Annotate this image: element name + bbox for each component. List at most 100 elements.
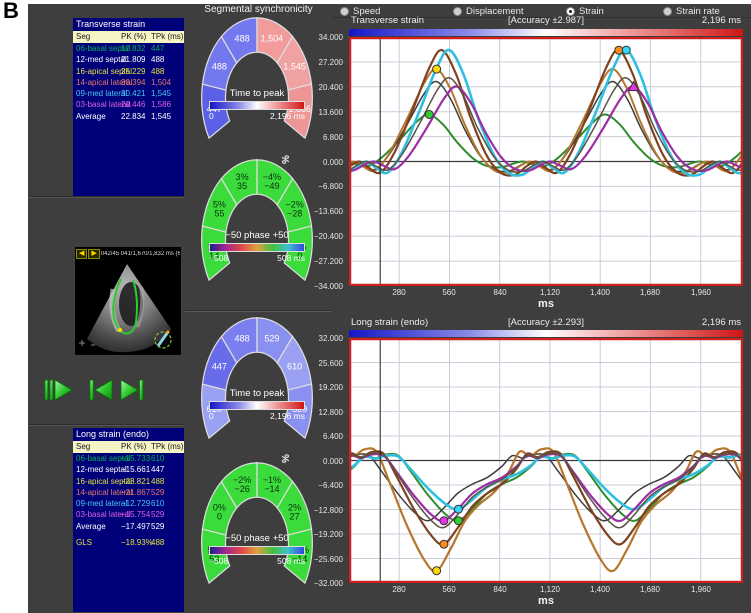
- peak-marker: [454, 505, 462, 513]
- table-row[interactable]: 09-med lateral−12.729610: [73, 498, 184, 509]
- transverse-strain-table: Transverse strainSegPK (%)TPk (ms)06-bas…: [73, 18, 184, 196]
- col-header: PK (%): [121, 31, 146, 43]
- legend-scale: 0 2,196 ms: [209, 111, 305, 121]
- y-axis-label: %: [281, 155, 292, 164]
- radio-label: Speed: [353, 6, 380, 17]
- cell: −15.661: [121, 464, 150, 475]
- y-tick-label: −19.200: [303, 530, 343, 539]
- frame-forward-button[interactable]: ▶: [88, 249, 99, 259]
- table-row[interactable]: 09-med lateral30.4211,545: [73, 88, 184, 99]
- chart-duration: 2,196 ms: [702, 317, 741, 328]
- table-row[interactable]: 03-basal lateral20.4461,586: [73, 99, 184, 110]
- gls-row[interactable]: GLS−18.93%488: [73, 537, 184, 548]
- col-header: PK (%): [121, 441, 146, 453]
- x-tick-label: 280: [377, 288, 421, 297]
- x-tick-label: 560: [427, 585, 471, 594]
- legend-title: −50 phase +50: [207, 230, 307, 241]
- radio-displacement[interactable]: Displacement: [453, 5, 524, 17]
- radio-strain[interactable]: Strain: [566, 5, 604, 17]
- skip-end-button[interactable]: [119, 377, 145, 403]
- y-tick-label: 0.000: [303, 158, 343, 167]
- cell: 610: [151, 453, 164, 464]
- col-header: Seg: [76, 441, 90, 453]
- cell: 1,545: [151, 88, 171, 99]
- y-tick-label: 32.000: [303, 334, 343, 343]
- x-axis-label: ms: [349, 595, 743, 607]
- radio-circle: [566, 7, 575, 16]
- radio-strain-rate[interactable]: Strain rate: [663, 5, 720, 17]
- table-row[interactable]: 12-med septal−15.661447: [73, 464, 184, 475]
- peak-marker: [425, 111, 433, 119]
- table-row[interactable]: 16-apical septal−28.821488: [73, 476, 184, 487]
- phase-arch-transverse: 1%145%553%35−4%−49−2%−280%0 −50 phase +5…: [190, 156, 324, 298]
- ttp-legend: Time to peak 0 2,196 ms: [207, 388, 307, 421]
- peak-marker: [440, 540, 448, 548]
- cell: GLS: [76, 537, 92, 548]
- y-tick-label: −34.000: [303, 282, 343, 291]
- peak-marker: [440, 517, 448, 525]
- cell: −21.867: [121, 487, 150, 498]
- frame-back-button[interactable]: ◀: [76, 249, 87, 259]
- skip-start-button[interactable]: [88, 377, 114, 403]
- x-tick-label: 1,960: [679, 288, 723, 297]
- section-divider: [28, 196, 185, 198]
- y-tick-label: 12.800: [303, 408, 343, 417]
- cell: 09-med lateral: [76, 498, 127, 509]
- arch-segment-label: −4%−49: [263, 172, 281, 191]
- arch-segment-label: 1,504: [261, 34, 284, 44]
- y-tick-label: −6.400: [303, 481, 343, 490]
- table-row[interactable]: 12-med septal21.809488: [73, 54, 184, 65]
- x-tick-label: 1,680: [628, 585, 672, 594]
- cell: 1,504: [151, 77, 171, 88]
- ttp-legend: Time to peak 0 2,196 ms: [207, 88, 307, 121]
- cell: 25.229: [121, 66, 145, 77]
- phase-gradient-bar: [209, 243, 305, 252]
- transverse-strain-chart[interactable]: [349, 37, 743, 286]
- x-tick-label: 1,400: [578, 585, 622, 594]
- play-button[interactable]: [44, 377, 74, 403]
- ultrasound-panel: ◀ ▶ 042/45 041/1,670/1,832 ms (6): [75, 247, 181, 355]
- table-row[interactable]: 03-basal lateral−15.754529: [73, 509, 184, 520]
- table-row[interactable]: 06-basal septal−15.733610: [73, 453, 184, 464]
- cell: 30.394: [121, 77, 145, 88]
- scale-min: 0: [209, 111, 214, 121]
- radio-label: Strain: [579, 6, 604, 17]
- col-header: TPk (ms): [151, 31, 183, 43]
- table-row[interactable]: 16-apical septal25.229488: [73, 66, 184, 77]
- table-row[interactable]: 06-basal septal12.832447: [73, 43, 184, 54]
- cell: 21.809: [121, 54, 145, 65]
- long-strain-chart[interactable]: [349, 338, 743, 583]
- table-row[interactable]: 14-apical lateral−21.867529: [73, 487, 184, 498]
- cell: 447: [151, 464, 164, 475]
- radio-circle: [453, 7, 462, 16]
- playback-controls: [44, 375, 164, 405]
- y-tick-label: 25.600: [303, 359, 343, 368]
- legend-scale: −508 508 ms: [209, 253, 305, 263]
- scale-max: 2,196 ms: [270, 411, 305, 421]
- cell: 12.832: [121, 43, 145, 54]
- y-tick-label: 6.800: [303, 133, 343, 142]
- time-gradient-strip: [349, 29, 743, 36]
- x-tick-label: 1,680: [628, 288, 672, 297]
- cine-frame-info: 042/45 041/1,670/1,832 ms (6): [101, 251, 180, 257]
- cell: 20.446: [121, 99, 145, 110]
- x-tick-label: 1,120: [528, 288, 572, 297]
- y-tick-label: −27.200: [303, 257, 343, 266]
- radio-label: Strain rate: [676, 6, 720, 17]
- scale-max: 508 ms: [277, 556, 305, 566]
- table-title: Long strain (endo): [73, 428, 184, 441]
- table-row[interactable]: Average22.8341,545: [73, 111, 184, 122]
- arch-segment-label: 488: [235, 334, 250, 344]
- arch-segment-label: −1%−14: [263, 475, 281, 494]
- peak-marker: [622, 46, 630, 54]
- ultrasound-image[interactable]: [75, 259, 181, 354]
- col-header: Seg: [76, 31, 90, 43]
- table-row[interactable]: 14-apical lateral30.3941,504: [73, 77, 184, 88]
- table-row[interactable]: Average−17.497529: [73, 521, 184, 532]
- radio-speed[interactable]: Speed: [340, 5, 380, 17]
- cell: −18.93%: [121, 537, 153, 548]
- arch-segment-label: 447: [212, 361, 227, 371]
- middle-divider: [185, 310, 332, 312]
- peak-marker: [433, 567, 441, 575]
- ttp-gradient-bar: [209, 101, 305, 110]
